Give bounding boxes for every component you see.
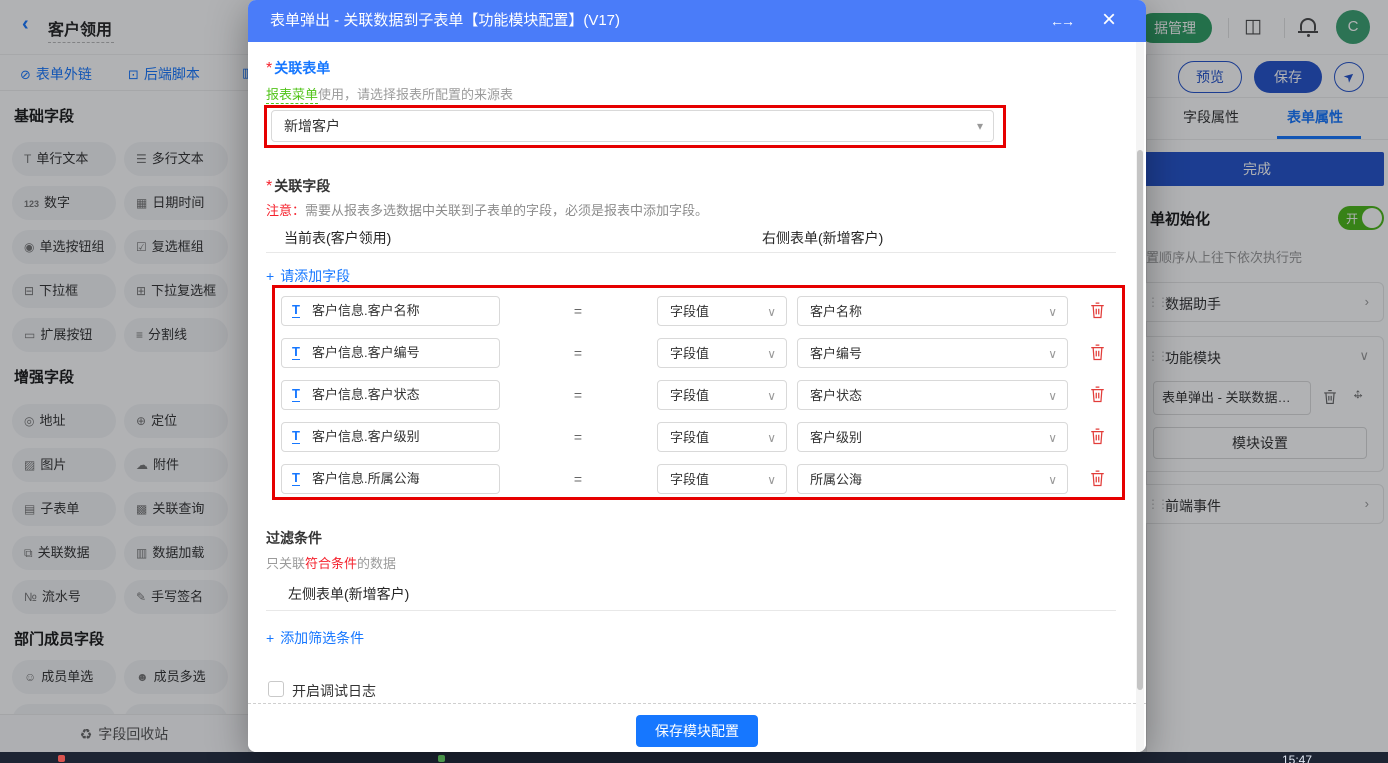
os-taskbar: 15:47 — [0, 752, 1388, 763]
debug-log-checkbox[interactable] — [268, 681, 284, 697]
taskbar-clock: 15:47 — [1282, 753, 1312, 763]
taskbar-app-icon[interactable] — [438, 755, 445, 762]
link-form-label: *关联表单 — [266, 58, 330, 78]
scrollbar-thumb[interactable] — [1137, 150, 1143, 690]
annotation-box-form-select — [264, 105, 1006, 148]
divider — [266, 610, 1116, 611]
add-field-link[interactable]: +请添加字段 — [266, 266, 350, 286]
screen: ‹ 客户领用 据管理 ◫ C ⊘表单外链 ⊡后端脚本 ▥ 基础字段 T单行文本 … — [0, 0, 1388, 763]
close-icon[interactable]: × — [1102, 0, 1116, 40]
add-filter-link[interactable]: +添加筛选条件 — [266, 628, 364, 648]
divider — [266, 252, 1116, 253]
filter-help: 只关联符合条件的数据 — [266, 553, 396, 573]
filter-table-header: 左侧表单(新增客户) — [288, 584, 409, 604]
annotation-box-field-mappings — [272, 285, 1125, 500]
dialog-header[interactable]: 表单弹出 - 关联数据到子表单【功能模块配置】(V17) ←→ × — [248, 0, 1146, 42]
filter-label: 过滤条件 — [266, 528, 322, 548]
debug-log-label: 开启调试日志 — [292, 681, 376, 701]
link-fields-label: *关联字段 — [266, 176, 330, 196]
report-menu-link[interactable]: 报表菜单 — [266, 87, 318, 104]
taskbar-app-icon[interactable] — [58, 755, 65, 762]
dialog-title: 表单弹出 - 关联数据到子表单【功能模块配置】(V17) — [270, 0, 620, 42]
link-form-help: 报表菜单使用，请选择报表所配置的来源表 — [266, 84, 513, 104]
resize-icon[interactable]: ←→ — [1050, 0, 1072, 42]
dialog-footer: 保存模块配置 — [248, 703, 1146, 752]
save-module-config-button[interactable]: 保存模块配置 — [636, 715, 758, 747]
right-form-header: 右侧表单(新增客户) — [762, 228, 883, 248]
link-fields-notice: 注意：需要从报表多选数据中关联到子表单的字段，必须是报表中添加字段。 — [266, 200, 708, 220]
current-table-header: 当前表(客户领用) — [284, 228, 391, 248]
